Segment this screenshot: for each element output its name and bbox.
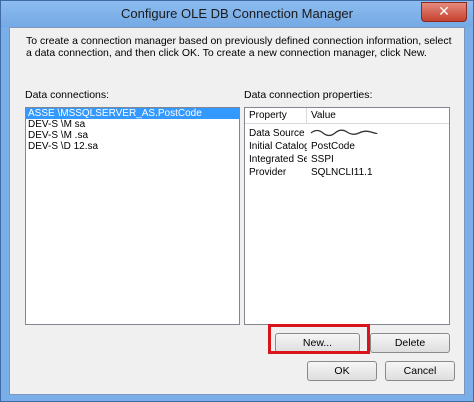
property-value: SSPI <box>311 154 334 165</box>
column-divider[interactable] <box>306 108 307 124</box>
data-connections-list[interactable]: ASSE \MSSQLSERVER_AS.PostCode DEV-S \M s… <box>25 107 240 325</box>
data-connections-label: Data connections: <box>25 89 110 101</box>
property-name: Integrated Se... <box>249 154 307 165</box>
table-row[interactable]: Provider SQLNCLI11.1 <box>245 167 449 180</box>
property-name: Data Source <box>249 128 305 139</box>
property-value: PostCode <box>311 141 355 152</box>
list-item[interactable]: ASSE \MSSQLSERVER_AS.PostCode <box>26 108 239 119</box>
table-row[interactable]: Integrated Se... SSPI <box>245 154 449 167</box>
window-title: Configure OLE DB Connection Manager <box>121 6 353 21</box>
property-value: SQLNCLI11.1 <box>311 167 373 178</box>
data-connection-properties-label: Data connection properties: <box>244 89 373 101</box>
properties-header: Property Value <box>245 108 449 124</box>
close-icon[interactable]: ✕ <box>421 2 467 22</box>
property-column-header: Property <box>249 110 287 121</box>
properties-grid[interactable]: Property Value Data Source Initial Catal… <box>244 107 450 325</box>
list-item[interactable]: DEV-S \M sa <box>26 119 239 130</box>
property-name: Initial Catalog <box>249 141 307 152</box>
highlight-box <box>268 324 370 354</box>
table-row[interactable]: Initial Catalog PostCode <box>245 141 449 154</box>
title-bar[interactable]: Configure OLE DB Connection Manager ✕ <box>1 1 473 27</box>
property-name: Provider <box>249 167 287 178</box>
delete-button[interactable]: Delete <box>370 333 450 353</box>
ok-button[interactable]: OK <box>307 361 377 381</box>
dialog-window: Configure OLE DB Connection Manager ✕ To… <box>0 0 474 402</box>
redaction-scribble <box>310 129 378 137</box>
dialog-client-area: To create a connection manager based on … <box>9 27 465 395</box>
list-item[interactable]: DEV-S \M .sa <box>26 130 239 141</box>
value-column-header: Value <box>311 110 336 121</box>
list-item[interactable]: DEV-S \D 12.sa <box>26 141 239 152</box>
instructions-text: To create a connection manager based on … <box>26 35 452 59</box>
cancel-button[interactable]: Cancel <box>385 361 455 381</box>
